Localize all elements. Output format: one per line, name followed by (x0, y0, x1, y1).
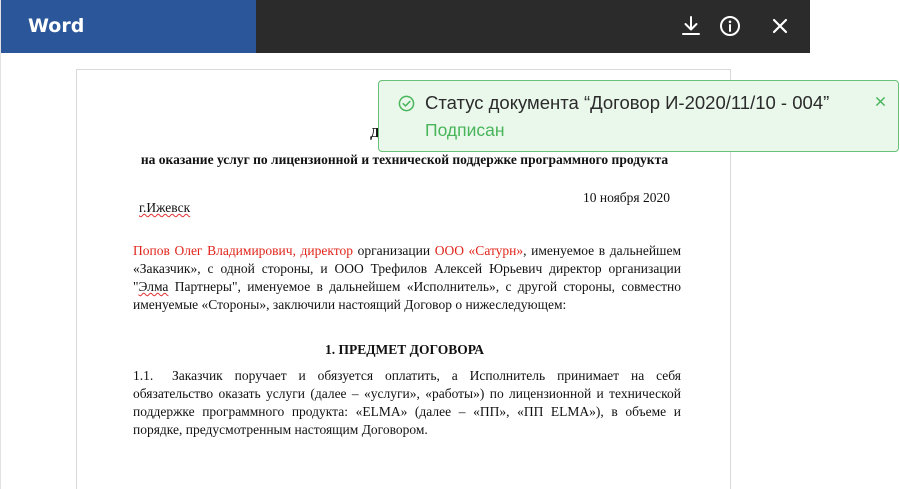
section-title: 1. ПРЕДМЕТ ДОГОВОРА (325, 342, 484, 357)
info-button[interactable] (716, 12, 744, 40)
notification-status: Подписан (425, 120, 505, 140)
document-subtitle: на оказание услуг по лицензионной и техн… (140, 152, 669, 167)
viewer-toolbar: Word (1, 0, 810, 53)
status-notification: Статус документа “Договор И-2020/11/10 -… (378, 80, 899, 152)
city-text: г.Ижевск (139, 200, 191, 215)
document-city: г.Ижевск (139, 200, 190, 216)
partner-name-spell: Элма (138, 279, 169, 294)
app-name: Word (1, 0, 256, 53)
notification-title: Статус документа “Договор И-2020/11/10 -… (425, 92, 830, 113)
notification-close-button[interactable] (872, 93, 888, 109)
info-icon (720, 16, 740, 36)
org-prefix: организации (353, 243, 435, 258)
document-date: 10 ноября 2020 (583, 190, 671, 205)
download-button[interactable] (677, 12, 705, 40)
check-circle-icon (398, 95, 415, 112)
close-icon (875, 96, 885, 106)
client-person: Попов Олег Владимирович, директор (133, 243, 353, 258)
clause-paragraph: 1.1. Заказчик поручает и обязуется оплати… (133, 367, 681, 439)
download-icon (682, 16, 700, 35)
client-org: ООО «Сатурн» (434, 243, 524, 258)
close-viewer-button[interactable] (766, 12, 794, 40)
intro-paragraph: Попов Олег Владимирович, директор органи… (133, 242, 681, 314)
clause-text: Заказчик поручает и обязуется оплатить, … (133, 368, 681, 437)
clause-number: 1.1. (133, 368, 154, 383)
close-icon (772, 18, 788, 34)
intro-text-2: Партнеры", именуемое в дальнейшем «Испол… (133, 279, 681, 312)
document-viewer: Word ДОГОВОР на оказание услуг по лиценз… (0, 0, 810, 489)
